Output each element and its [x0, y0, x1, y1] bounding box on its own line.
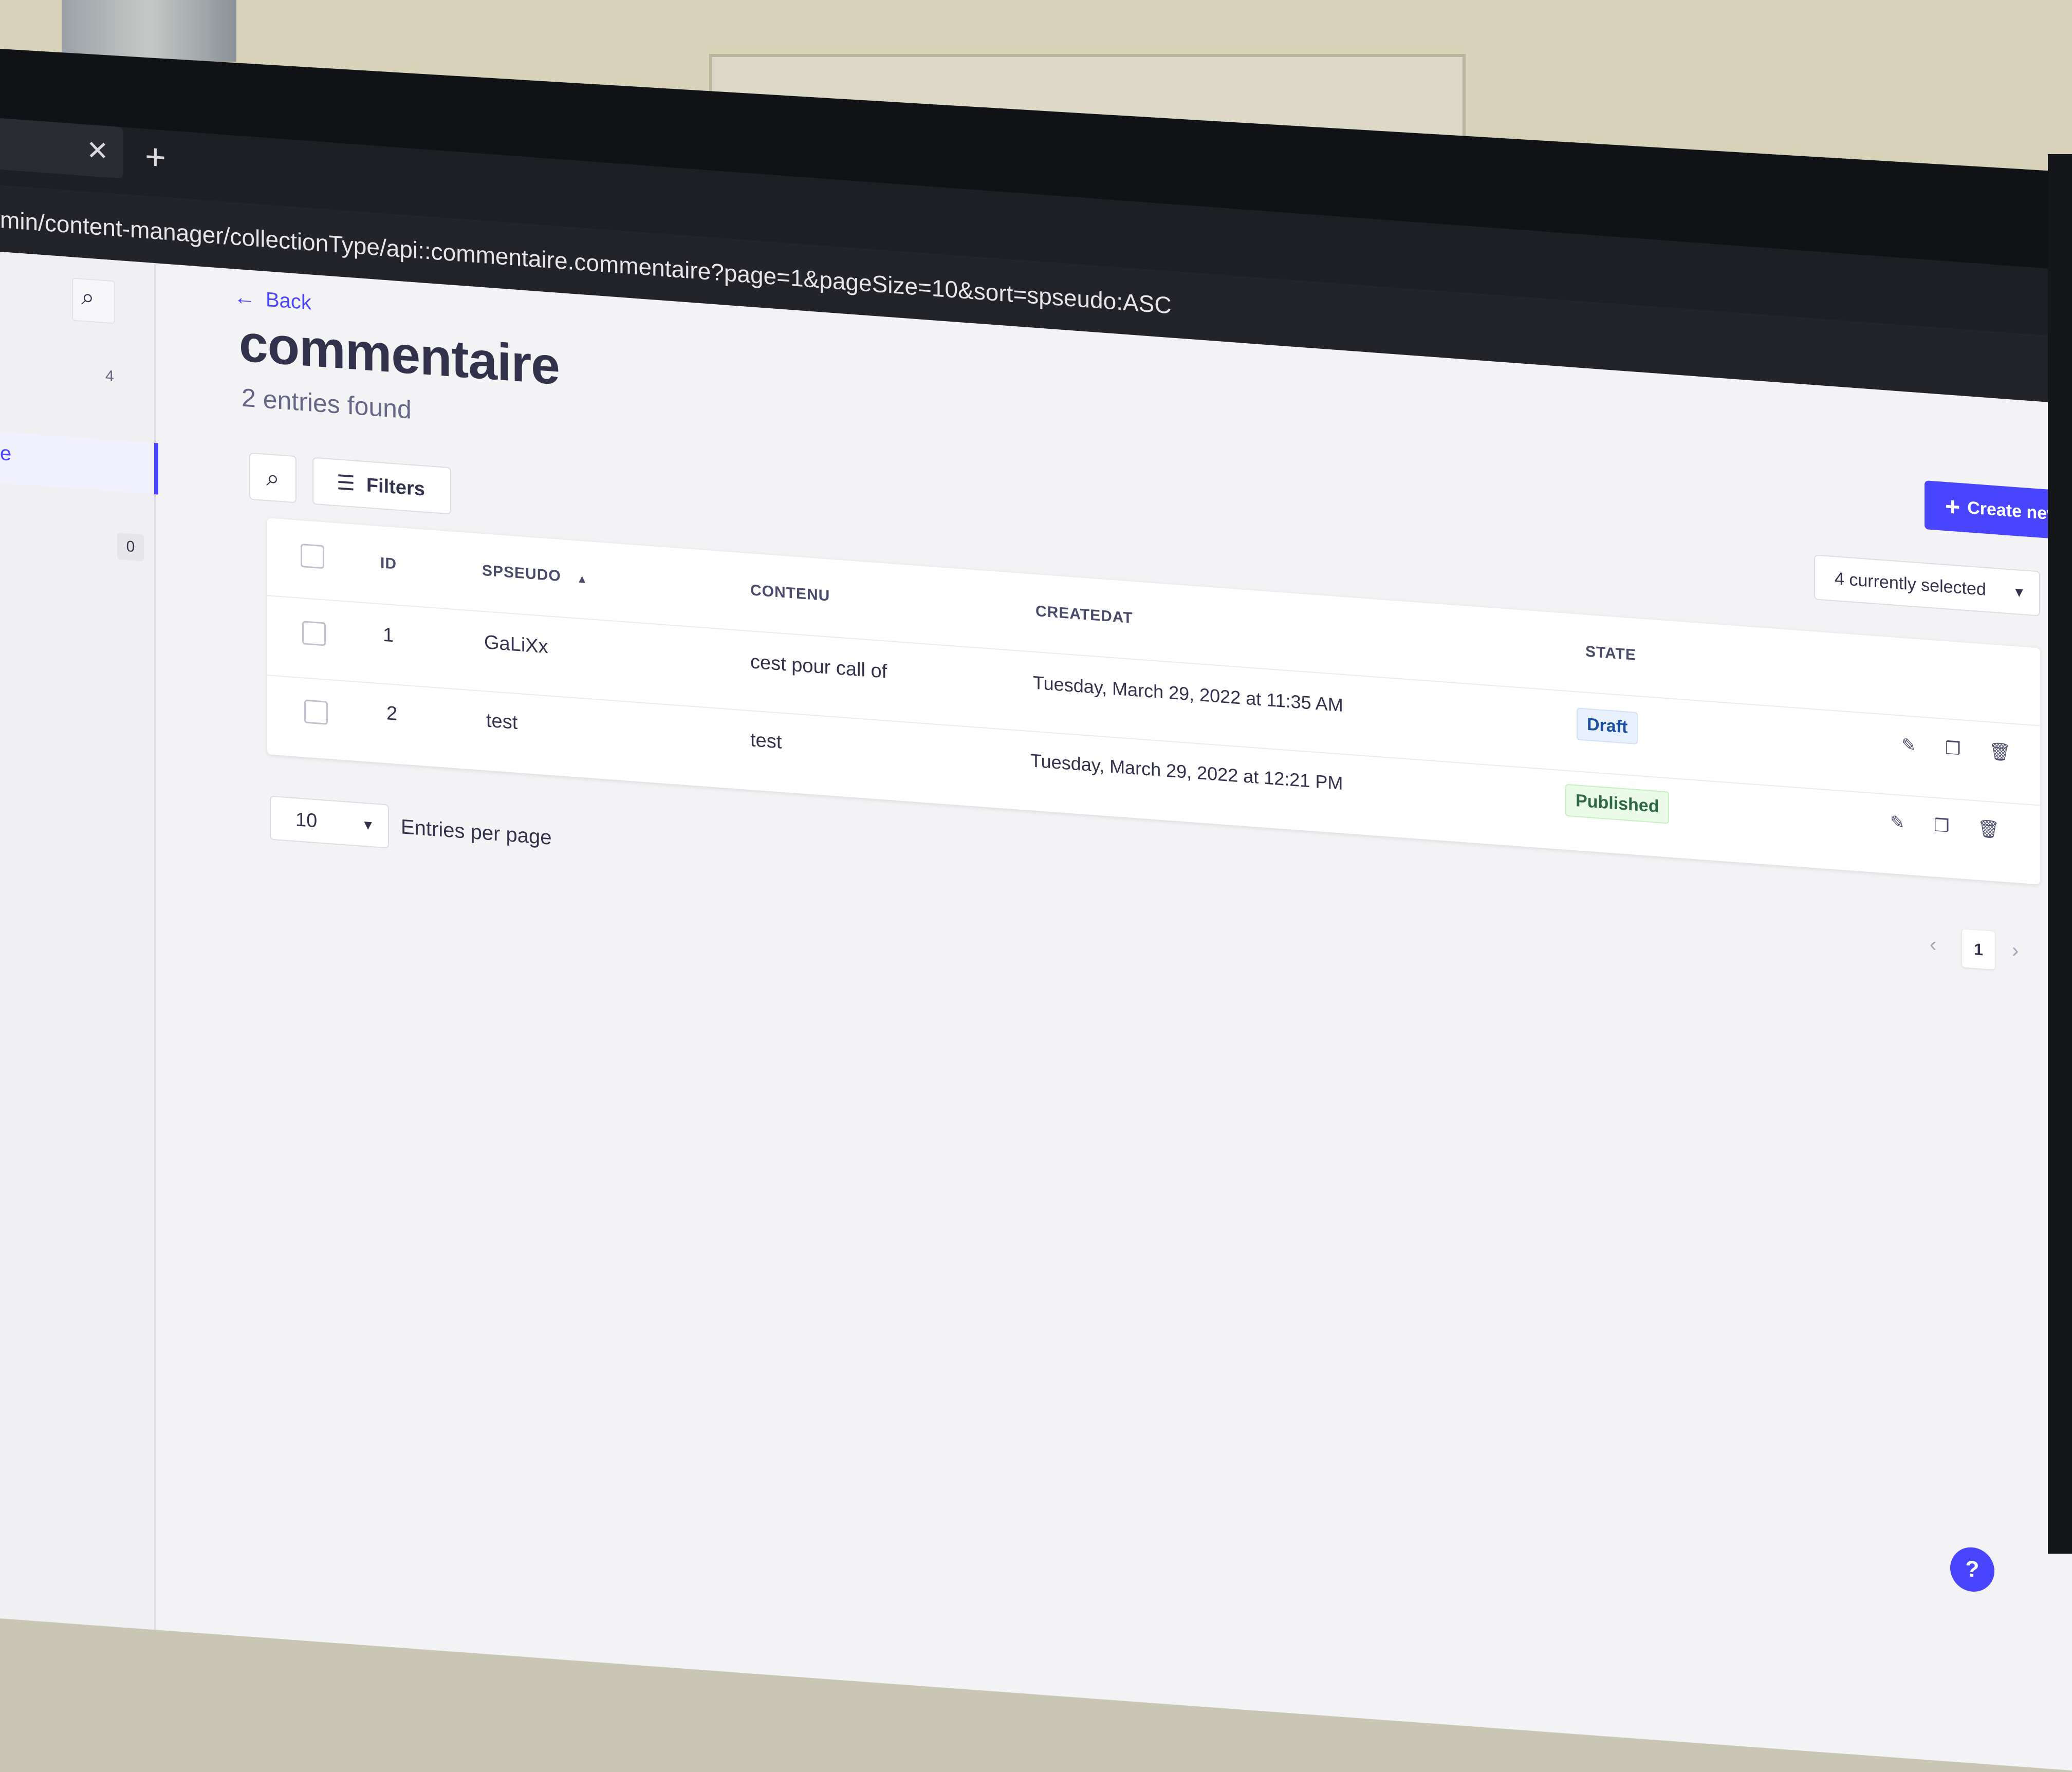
- cell-id: 1: [383, 624, 394, 647]
- duplicate-icon[interactable]: ❐: [1945, 738, 1960, 759]
- new-tab-icon[interactable]: +: [145, 136, 166, 178]
- chevron-down-icon: ▼: [2012, 584, 2026, 601]
- edit-icon[interactable]: ✎: [1890, 812, 1905, 833]
- plus-icon: +: [1945, 491, 1960, 522]
- cell-spseudo: GaLiXx: [484, 631, 548, 658]
- sort-ascending-icon: ▲: [576, 572, 588, 586]
- select-all-checkbox[interactable]: [301, 543, 324, 569]
- delete-icon[interactable]: 🗑: [1977, 818, 2000, 841]
- filter-icon: ☰: [337, 471, 355, 495]
- duplicate-icon[interactable]: ❐: [1934, 815, 1949, 836]
- sidebar-count-badge: 4: [105, 367, 114, 385]
- pagination-current-page[interactable]: 1: [1962, 929, 1995, 970]
- sidebar-count-badge: 0: [117, 532, 144, 562]
- monitor-bezel-right: [2048, 154, 2072, 1554]
- column-header-state: STATE: [1585, 643, 1636, 664]
- sidebar-item-active-label: e: [0, 442, 12, 465]
- next-page-icon[interactable]: ›: [2012, 939, 2019, 962]
- search-icon: ⌕: [266, 464, 280, 492]
- back-label: Back: [266, 288, 311, 314]
- column-header-id[interactable]: ID: [380, 554, 397, 573]
- edit-icon[interactable]: ✎: [1901, 735, 1916, 756]
- delete-icon[interactable]: 🗑: [1989, 741, 2011, 763]
- page-size-select[interactable]: 10 ▼: [270, 795, 389, 849]
- page-viewport: [0, 252, 2072, 1771]
- close-tab-icon[interactable]: ✕: [86, 129, 109, 172]
- background-window: [62, 0, 236, 62]
- table-search-button[interactable]: ⌕: [249, 452, 297, 503]
- chevron-down-icon: ▼: [361, 816, 375, 833]
- filters-label: Filters: [366, 474, 425, 500]
- previous-page-icon[interactable]: ‹: [1930, 933, 1936, 957]
- row-checkbox[interactable]: [302, 621, 326, 646]
- displayed-fields-value: 4 currently selected: [1835, 569, 1986, 600]
- row-checkbox[interactable]: [304, 699, 328, 725]
- cell-id: 2: [386, 702, 398, 725]
- status-badge-draft: Draft: [1577, 707, 1638, 745]
- arrow-left-icon: ←: [234, 284, 255, 310]
- filters-button[interactable]: ☰ Filters: [312, 457, 451, 515]
- page-size-value: 10: [295, 809, 318, 832]
- browser-screen: ✕ + min/content-manager/collectionType/a…: [0, 51, 2072, 1771]
- search-icon: ⌕: [81, 283, 95, 311]
- cell-spseudo: test: [486, 710, 518, 734]
- cell-contenu: test: [750, 729, 782, 753]
